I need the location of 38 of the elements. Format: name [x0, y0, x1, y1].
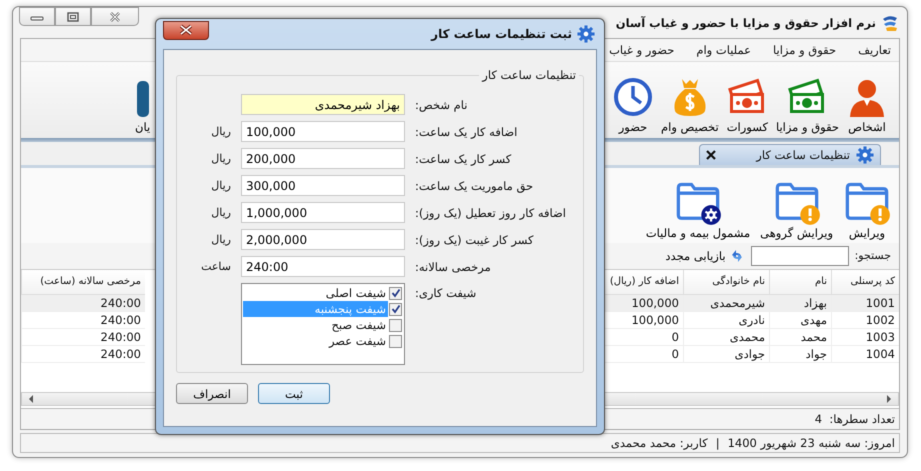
field-label: نام شخص:	[415, 98, 469, 112]
unit-label: ریال	[210, 152, 231, 165]
field-label: مرخصی سالانه:	[415, 260, 492, 274]
table-cell: محمدی	[683, 328, 769, 346]
unit-label: ریال	[210, 179, 231, 192]
field-label: شیفت کاری:	[415, 285, 478, 300]
table-cell: 240:00	[21, 346, 145, 363]
table-cell: 240:00	[21, 328, 145, 346]
unit-label: ریال	[210, 233, 231, 246]
field-label: کسر کار غیبت (یک روز):	[415, 232, 534, 246]
status-user: کاربر: محمد محمدی	[610, 436, 708, 450]
field-label: اضافه کار روز تعطیل (یک روز):	[415, 206, 567, 220]
table-cell: جوادی	[683, 346, 769, 363]
table-cell: شیرمحمدی	[683, 294, 769, 312]
table-cell: مهدی	[769, 312, 831, 329]
table-cell: نادری	[683, 312, 769, 329]
table-cell: 1001	[831, 294, 899, 312]
group-title: تنظیمات ساعت کار	[480, 68, 577, 82]
window-title: نرم افزار حقوق و مزایا با حضور و غیاب آسان	[616, 16, 876, 30]
table-cell: 1002	[831, 312, 899, 329]
search-label: جستجو:	[854, 249, 891, 262]
unit-label: ریال	[210, 206, 231, 219]
table-cell: 1004	[831, 346, 899, 363]
dialog-title: ثبت تنظیمات ساعت کار	[431, 27, 572, 41]
table-cell: 240:00	[21, 294, 145, 312]
table-cell: بهزاد	[769, 294, 831, 312]
row-count: تعداد سطرها: 4	[814, 412, 895, 426]
field-label: اضافه کار یک ساعت:	[415, 124, 518, 138]
table-cell: 240:00	[21, 312, 145, 329]
table-cell: جواد	[769, 346, 831, 363]
table-cell: 1003	[831, 328, 899, 346]
status-separator: |	[716, 436, 720, 450]
field-label: حق ماموریت یک ساعت:	[415, 178, 534, 192]
unit-label: ریال	[210, 125, 231, 138]
status-date: امروز: سه شنبه 23 شهریور 1400	[728, 436, 895, 450]
field-label: کسر کار یک ساعت:	[415, 152, 512, 166]
table-cell: محمد	[769, 328, 831, 346]
unit-label: ساعت	[200, 260, 231, 273]
